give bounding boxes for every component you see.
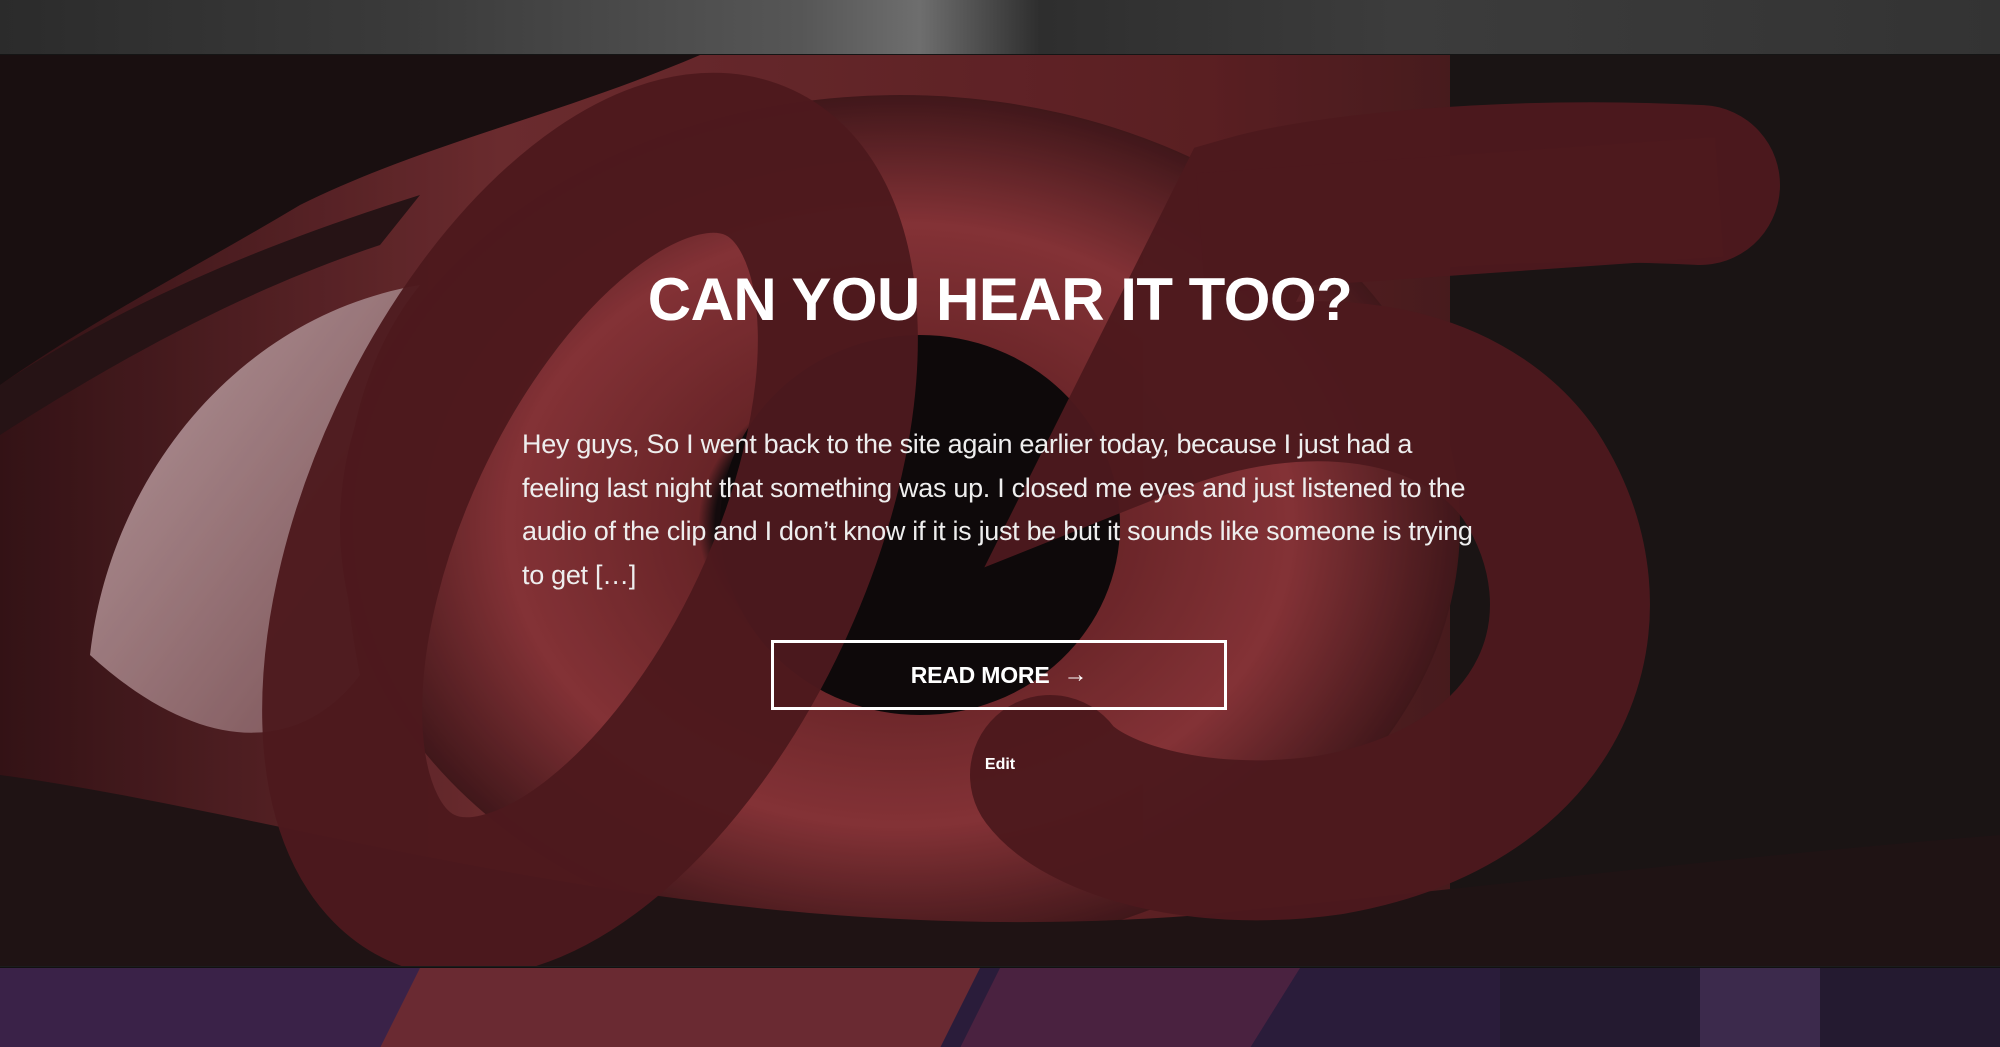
featured-post-hero: CAN YOU HEAR IT TOO? Hey guys, So I went…: [0, 55, 2000, 966]
post-title[interactable]: CAN YOU HEAR IT TOO?: [0, 260, 2000, 340]
arrow-right-icon: →: [1063, 661, 1088, 688]
page: CAN YOU HEAR IT TOO? Hey guys, So I went…: [0, 0, 2000, 1047]
previous-post-image-strip[interactable]: [0, 0, 2000, 55]
read-more-label: READ MORE: [910, 661, 1050, 688]
next-post-image: [0, 968, 2000, 1047]
post-content: CAN YOU HEAR IT TOO? Hey guys, So I went…: [0, 55, 2000, 966]
next-post-image-strip[interactable]: [0, 967, 2000, 1047]
post-excerpt: Hey guys, So I went back to the site aga…: [522, 429, 1473, 590]
edit-link[interactable]: Edit: [0, 756, 2000, 774]
read-more-button[interactable]: READ MORE →: [771, 640, 1227, 710]
